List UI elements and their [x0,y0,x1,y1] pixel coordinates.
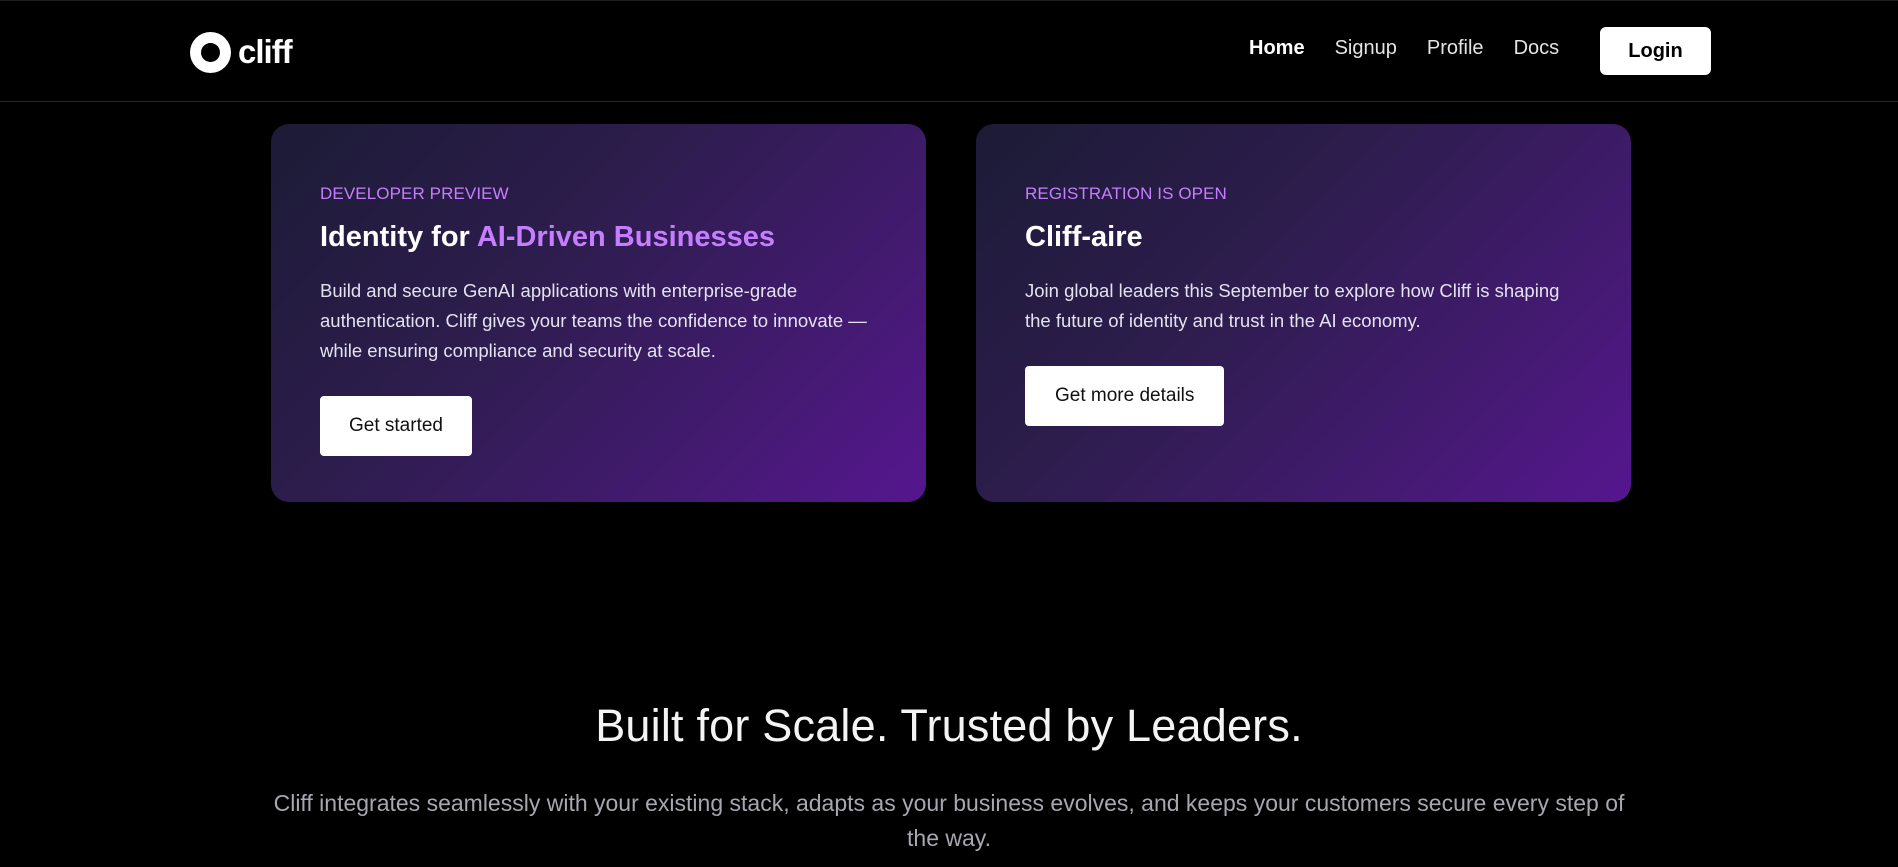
card-eyebrow: DEVELOPER PREVIEW [320,184,509,203]
registration-card: REGISTRATION IS OPEN Cliff-aire Join glo… [976,124,1631,502]
get-started-button[interactable]: Get started [320,396,472,456]
section-title: Built for Scale. Trusted by Leaders. [595,700,1303,751]
login-button[interactable]: Login [1600,27,1711,75]
card-title-accent: AI-Driven Businesses [476,221,775,253]
card-title-prefix: Identity for [320,221,477,253]
developer-preview-card: DEVELOPER PREVIEW Identity for AI-Driven… [271,124,926,502]
card-title: Cliff-aire [1025,221,1143,253]
brand-name: cliff [238,33,293,70]
top-navigation-bar: cliff Home Signup Profile Docs Login [0,0,1898,102]
main-nav: Home Signup Profile Docs [1249,37,1589,60]
card-eyebrow: REGISTRATION IS OPEN [1025,184,1227,203]
card-title: Identity for AI-Driven Businesses [320,221,877,254]
brand-logo[interactable]: cliff [190,31,293,73]
nav-link-signup[interactable]: Signup [1335,37,1397,60]
get-more-details-button[interactable]: Get more details [1025,366,1225,426]
section-subtitle: Cliff integrates seamlessly with your ex… [273,790,1625,851]
card-description: Join global leaders this September to ex… [1025,280,1560,331]
nav-link-profile[interactable]: Profile [1427,37,1484,60]
nav-link-docs[interactable]: Docs [1514,37,1560,60]
ring-logo-icon [190,31,231,73]
scale-section: Built for Scale. Trusted by Leaders. [0,700,1898,752]
card-description: Build and secure GenAI applications with… [320,280,867,361]
nav-link-home[interactable]: Home [1249,37,1305,60]
